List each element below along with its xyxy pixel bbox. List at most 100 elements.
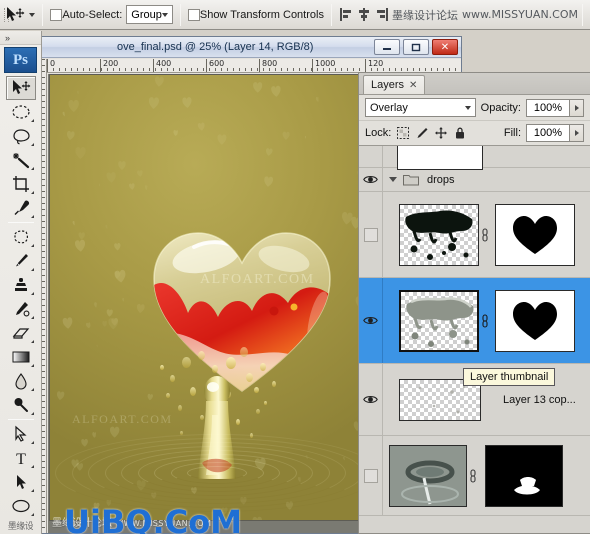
eyedropper-icon — [14, 200, 29, 215]
tool-history-brush[interactable] — [6, 297, 36, 321]
canvas-watermark-upper: ALFOART.COM — [200, 272, 315, 287]
tool-magic-wand[interactable] — [6, 148, 36, 172]
layer-mask-thumbnail[interactable] — [397, 146, 483, 170]
layer-visibility-toggle[interactable] — [359, 168, 383, 191]
layer-visibility-toggle[interactable] — [359, 364, 383, 435]
tool-preset-chevron-down-icon[interactable] — [29, 12, 36, 17]
opacity-stepper[interactable] — [570, 98, 584, 117]
align-right-edges-icon[interactable] — [375, 7, 390, 22]
fill-stepper[interactable] — [570, 124, 584, 142]
tool-flyout-corner-icon — [30, 167, 34, 170]
horizontal-ruler[interactable]: 0 200 400 600 800 1000 120 — [47, 59, 461, 73]
layer-thumbnail[interactable] — [399, 203, 479, 266]
show-transform-controls-checkbox[interactable] — [187, 8, 200, 21]
water-drop — [198, 351, 205, 360]
layer-mask-thumbnail[interactable] — [485, 444, 563, 507]
bokeh-heart — [82, 322, 91, 331]
history-brush-icon — [15, 302, 29, 317]
lock-transparent-pixels-icon[interactable] — [396, 126, 410, 140]
group-expand-toggle[interactable] — [383, 177, 403, 182]
align-left-edges-icon[interactable] — [339, 7, 354, 22]
toolbox-collapse-button[interactable]: » — [0, 31, 41, 45]
restore-button[interactable] — [403, 39, 429, 55]
table-row[interactable] — [359, 146, 590, 170]
tool-flyout-corner-icon — [30, 489, 34, 492]
align-horizontal-centers-icon[interactable] — [357, 7, 372, 22]
lock-image-pixels-icon[interactable] — [415, 126, 429, 140]
photoshop-logo-text: Ps — [13, 51, 28, 68]
tab-layers[interactable]: Layers ✕ — [363, 75, 426, 94]
chevron-right-icon — [574, 104, 579, 111]
layer-thumbnail[interactable] — [399, 289, 479, 352]
options-bar-grip[interactable] — [0, 0, 11, 30]
tool-lasso[interactable] — [6, 124, 36, 148]
bokeh-heart — [50, 389, 70, 409]
tool-list: T 墨缘设 — [0, 76, 41, 534]
toolbox-divider-2 — [7, 419, 34, 420]
tool-eyedropper[interactable] — [6, 196, 36, 220]
auto-select-label: Auto-Select: — [62, 8, 123, 21]
eye-off-icon — [363, 227, 378, 242]
drops-gray-art — [406, 296, 474, 347]
tool-gradient[interactable] — [6, 345, 36, 369]
layer-mask-thumbnail[interactable] — [495, 289, 575, 352]
opacity-input[interactable]: 100% — [526, 98, 570, 117]
bokeh-heart — [90, 301, 97, 308]
ruler-tick: 1000 — [312, 59, 335, 72]
lock-all-icon[interactable] — [453, 126, 467, 140]
bokeh-heart — [260, 147, 275, 162]
tool-clone-stamp[interactable] — [6, 273, 36, 297]
layer-visibility-toggle[interactable] — [359, 278, 383, 363]
tool-crop[interactable] — [6, 172, 36, 196]
tool-blur[interactable] — [6, 369, 36, 393]
layer-thumbnail[interactable] — [389, 444, 467, 507]
bokeh-heart — [256, 174, 283, 201]
tool-dodge[interactable] — [6, 393, 36, 417]
tool-marquee[interactable] — [6, 100, 36, 124]
bokeh-heart — [312, 97, 318, 103]
fill-input[interactable]: 100% — [526, 124, 570, 142]
auto-select-checkbox[interactable] — [50, 8, 63, 21]
tool-eraser[interactable] — [6, 321, 36, 345]
eye-icon — [363, 176, 378, 183]
current-tool-preview[interactable] — [5, 3, 25, 27]
layer-visibility-toggle[interactable] — [359, 146, 383, 167]
table-row[interactable] — [359, 278, 590, 364]
layer-mask-thumbnail[interactable] — [495, 203, 575, 266]
tool-move[interactable] — [5, 76, 36, 100]
bokeh-heart — [98, 320, 107, 329]
layer-mask-link-icon[interactable] — [467, 468, 479, 483]
photoshop-window: Auto-Select: Group Show Transform Contro… — [0, 0, 590, 534]
tool-flyout-corner-icon — [30, 364, 34, 367]
tab-layers-label: Layers — [371, 79, 405, 91]
tool-path-selection[interactable] — [6, 470, 36, 494]
tool-brush[interactable] — [6, 249, 36, 273]
close-icon[interactable]: ✕ — [409, 80, 417, 91]
table-row[interactable] — [359, 192, 590, 278]
document-title-bar[interactable]: ove_final.psd @ 25% (Layer 14, RGB/8) ✕ — [33, 37, 461, 58]
layer-mask-link-icon[interactable] — [479, 313, 491, 328]
layer-visibility-toggle[interactable] — [359, 192, 383, 277]
tool-healing-brush[interactable] — [6, 225, 36, 249]
bokeh-heart — [303, 135, 307, 139]
layer-visibility-toggle[interactable] — [359, 436, 383, 515]
close-button[interactable]: ✕ — [432, 39, 458, 55]
tool-type[interactable]: T — [6, 446, 36, 470]
lock-label: Lock: — [365, 127, 392, 139]
tool-shape[interactable] — [6, 494, 36, 518]
dodge-icon — [14, 398, 28, 412]
minimize-button[interactable] — [374, 39, 400, 55]
artboard[interactable]: ALFOART.COM ALFOART.COM — [50, 75, 372, 520]
layer-group-drops[interactable]: drops — [359, 168, 590, 192]
panel-tab-bar: Layers ✕ — [359, 73, 590, 95]
paintbrush-icon — [15, 254, 28, 267]
tool-pen[interactable] — [6, 422, 36, 446]
auto-select-dropdown[interactable]: Group — [126, 5, 173, 24]
blend-mode-dropdown[interactable]: Overlay — [365, 98, 476, 117]
bokeh-heart — [75, 90, 79, 94]
layer-mask-link-icon[interactable] — [479, 227, 491, 242]
table-row[interactable] — [359, 436, 590, 516]
layers-list[interactable]: drops Layer thumbnail Layer 13 cop... — [359, 146, 590, 533]
water-drop — [240, 347, 248, 357]
lock-position-icon[interactable] — [434, 126, 448, 140]
